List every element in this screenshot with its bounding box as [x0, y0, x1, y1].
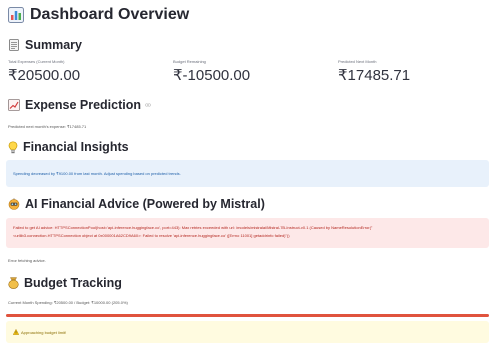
advice-error-box: Failed to get AI advice: HTTPSConnection…	[6, 218, 489, 248]
insights-message: Spending decreased by ₹9100.00 from last…	[13, 171, 181, 176]
metric-label: Predicted Next Month	[338, 59, 377, 64]
insights-section-heading: Financial Insights	[8, 140, 129, 154]
bar-chart-icon	[8, 7, 24, 23]
warning-icon	[13, 329, 19, 335]
prediction-text: Predicted next month's expense: ₹17485.7…	[8, 124, 87, 129]
budget-section-heading: Budget Tracking	[8, 276, 122, 290]
link-icon[interactable]	[145, 103, 151, 107]
metric-value: ₹17485.71	[338, 67, 411, 84]
page-header: Dashboard Overview	[8, 6, 189, 24]
metric-label: Total Expenses (Current Month)	[8, 59, 65, 64]
summary-section-heading: Summary	[8, 38, 82, 52]
prediction-heading: Expense Prediction	[25, 98, 142, 112]
metric-label: Budget Remaining	[173, 59, 206, 64]
advice-heading: AI Financial Advice (Powered by Mistral)	[25, 197, 265, 211]
budget-heading: Budget Tracking	[24, 276, 122, 290]
advice-section-heading: AI Financial Advice (Powered by Mistral)	[8, 197, 265, 211]
budget-progress-bar	[6, 314, 489, 317]
insights-info-box: Spending decreased by ₹9100.00 from last…	[6, 160, 489, 187]
summary-heading: Summary	[25, 38, 82, 52]
robot-icon	[8, 198, 20, 210]
budget-warning-text: Approaching budget limit!	[21, 330, 67, 335]
chart-upward-icon	[8, 99, 20, 111]
dashboard-page: Dashboard Overview Summary Total Expense…	[0, 0, 495, 345]
prediction-section-heading: Expense Prediction	[8, 98, 151, 112]
memo-icon	[9, 39, 19, 51]
insights-heading: Financial Insights	[23, 140, 129, 154]
budget-progress-fill	[6, 314, 489, 317]
money-bag-icon	[8, 277, 19, 289]
budget-warning-box: Approaching budget limit!	[6, 321, 489, 343]
advice-fallback-text: Error fetching advice.	[8, 258, 46, 263]
metric-value: ₹20500.00	[8, 67, 81, 84]
metric-value: ₹-10500.00	[173, 67, 251, 84]
budget-status-text: Current Month Spending: ₹20500.00 / Budg…	[8, 300, 128, 305]
advice-error-line-2: <urllib3.connection.HTTPSConnection obje…	[13, 233, 290, 238]
advice-error-line-1: Failed to get AI advice: HTTPSConnection…	[13, 225, 373, 230]
lightbulb-icon	[8, 140, 18, 153]
page-title: Dashboard Overview	[30, 6, 190, 23]
